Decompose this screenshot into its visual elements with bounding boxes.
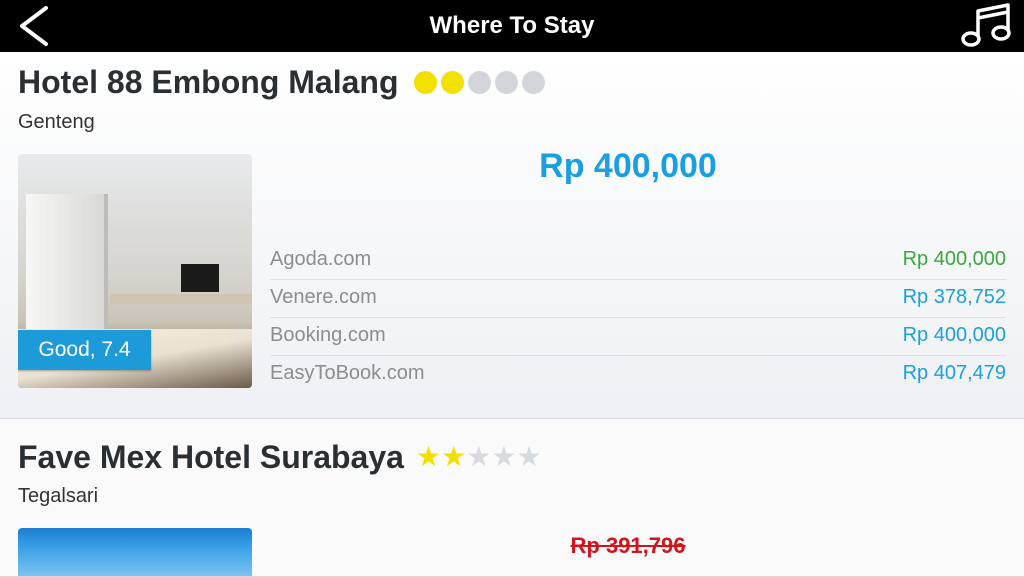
star-empty-icon: ★ — [516, 441, 542, 472]
hotel-photo[interactable] — [18, 528, 252, 576]
rating-dot-filled — [441, 71, 464, 94]
best-price[interactable]: Rp 400,000 — [270, 147, 986, 186]
provider-price: Rp 378,752 — [902, 286, 1006, 308]
hotel-name: Hotel 88 Embong Malang — [18, 64, 399, 100]
provider-price: Rp 407,479 — [902, 362, 1006, 384]
provider-row[interactable]: EasyToBook.com Rp 407,479 — [270, 356, 1006, 393]
room-window — [26, 194, 108, 344]
music-note-icon — [961, 3, 1011, 47]
provider-row[interactable]: Venere.com Rp 378,752 — [270, 280, 1006, 318]
rating-dot-filled — [414, 71, 437, 94]
rating-dot-empty — [522, 71, 545, 94]
hotel-rating-stars: ★ ★ ★ ★ ★ — [416, 443, 542, 471]
hotel-name: Fave Mex Hotel Surabaya — [18, 439, 404, 475]
star-filled-icon: ★ — [416, 441, 442, 472]
music-button[interactable] — [958, 3, 1014, 49]
original-price: Rp 391,796 — [570, 533, 686, 558]
star-empty-icon: ★ — [491, 441, 517, 472]
provider-name: EasyToBook.com — [270, 362, 425, 384]
provider-name: Venere.com — [270, 286, 377, 308]
provider-name: Booking.com — [270, 324, 386, 346]
hotel-card[interactable]: Fave Mex Hotel Surabaya ★ ★ ★ ★ ★ Tegals… — [0, 419, 1024, 577]
top-bar: Where To Stay — [0, 0, 1024, 52]
room-tv — [181, 264, 219, 292]
hotel-photo[interactable]: Good, 7.4 — [18, 154, 252, 388]
hotel-card[interactable]: Hotel 88 Embong Malang Genteng Good, 7.4… — [0, 52, 1024, 419]
room-desk — [110, 294, 252, 304]
review-score-badge: Good, 7.4 — [18, 330, 151, 370]
page-title: Where To Stay — [429, 12, 595, 39]
provider-row[interactable]: Agoda.com Rp 400,000 — [270, 242, 1006, 280]
provider-row[interactable]: Booking.com Rp 400,000 — [270, 318, 1006, 356]
rating-dot-empty — [495, 71, 518, 94]
rating-dot-empty — [468, 71, 491, 94]
provider-price: Rp 400,000 — [902, 324, 1006, 346]
hotel-area: Tegalsari — [18, 485, 99, 507]
hotel-area: Genteng — [18, 111, 95, 133]
star-empty-icon: ★ — [466, 441, 492, 472]
provider-price: Rp 400,000 — [902, 248, 1006, 270]
provider-name: Agoda.com — [270, 248, 372, 270]
star-filled-icon: ★ — [441, 441, 467, 472]
hotel-rating-dots — [414, 71, 545, 94]
